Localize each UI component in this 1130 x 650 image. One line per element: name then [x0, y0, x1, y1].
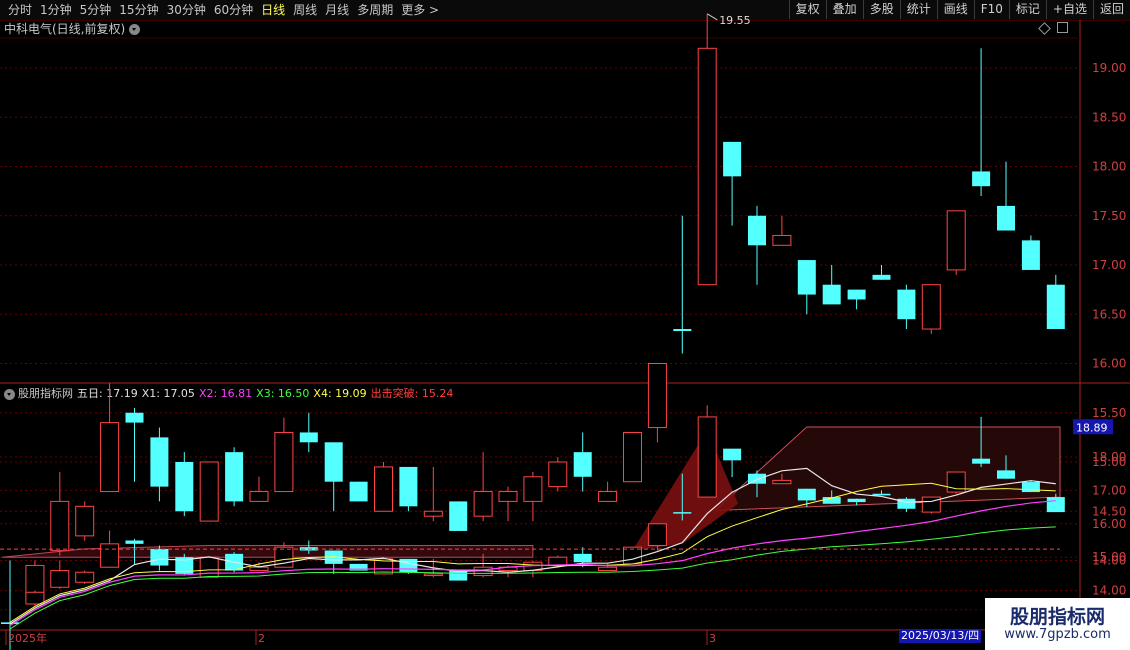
candle-body-down — [324, 442, 343, 482]
indicator-candle-body-down — [997, 470, 1015, 479]
indicator-tick: 14.00 — [1092, 584, 1126, 598]
indicator-candle-body-down — [673, 512, 692, 514]
indicator-candle-body-down — [150, 548, 169, 566]
indicator-candle-body-down — [449, 570, 468, 581]
indicator-candle-body-up — [199, 556, 219, 578]
candle-body-down — [573, 452, 592, 477]
candle-body-down — [449, 501, 468, 531]
candle-body-up — [772, 234, 792, 246]
candle-body-down — [673, 329, 692, 331]
watermark-url: www.7gpzb.com — [1004, 627, 1111, 642]
high-pointer — [706, 13, 718, 21]
candle-body-down — [349, 481, 368, 502]
price-tick: 16.50 — [1092, 307, 1126, 321]
price-tick: 15.50 — [1092, 406, 1126, 420]
cursor-date: 2025/03/13/四 — [899, 629, 982, 643]
indicator-candle-body-up — [772, 479, 792, 485]
candle-body-up — [274, 431, 294, 493]
current-value-label: 18.89 — [1076, 421, 1108, 434]
indicator-candle-body-down — [125, 540, 144, 544]
candle-body-up — [523, 476, 543, 502]
candle-body-down — [997, 205, 1015, 231]
watermark: 股朋指标网 www.7gpzb.com — [985, 598, 1130, 650]
indicator-candle-body-up — [598, 566, 618, 572]
indicator-candle-body-up — [249, 566, 269, 572]
candle-body-down — [822, 284, 841, 305]
candle-body-down — [748, 215, 766, 246]
candle-body-up — [548, 461, 568, 488]
indicator-candle-body-down — [872, 493, 891, 496]
indicator-candle-body-up — [50, 570, 70, 588]
candle-body-up — [623, 431, 642, 483]
indicator-candle-body-up — [697, 416, 717, 498]
candle-body-up — [199, 461, 219, 522]
channel-band — [1, 545, 534, 558]
kline-chart[interactable]: 19.00 18.50 18.00 17.50 17.00 16.50 16.00 15.50… — [0, 0, 1130, 650]
candle-body-up — [498, 491, 518, 502]
indicator-candle-body-up — [623, 546, 642, 565]
indicator-candle-body-down — [797, 488, 816, 501]
candle-body-up — [697, 47, 717, 286]
price-tick: 18.00 — [1092, 160, 1126, 174]
candle-body-down — [175, 462, 194, 512]
candle-body-down — [847, 289, 866, 300]
time-label: 2025年 — [8, 631, 47, 645]
indicator-candle-body-down — [573, 553, 592, 563]
candle-body-up — [647, 363, 667, 429]
indicator-candle-body-down — [723, 448, 742, 461]
indicator-candle-body-down — [1046, 497, 1065, 513]
candle-body-down — [972, 171, 991, 187]
indicator-candle-body-down — [847, 498, 866, 503]
price-tick: 19.00 — [1092, 61, 1126, 75]
candle-body-down — [1046, 284, 1065, 330]
watermark-title: 股朋指标网 — [1009, 606, 1105, 628]
indicator-candle-body-up — [75, 571, 95, 583]
candle-body-down — [225, 452, 244, 502]
high-label: 19.55 — [719, 14, 751, 27]
price-tick: 17.50 — [1092, 209, 1126, 223]
indicator-candle-body-up — [100, 543, 120, 568]
candle-body-down — [897, 289, 916, 320]
indicator-candle-body-down — [972, 458, 991, 464]
indicator-tick: 18.00 — [1092, 450, 1126, 464]
candle-body-up — [75, 505, 95, 537]
candle-body-down — [1021, 240, 1040, 270]
candle-body-up — [374, 466, 393, 512]
candle-body-down — [723, 141, 742, 177]
candle-body-down — [872, 274, 891, 280]
indicator-tick: 17.00 — [1092, 483, 1126, 497]
candle-body-up — [946, 210, 966, 271]
candle-body-up — [50, 500, 70, 552]
candle-body-up — [423, 510, 443, 517]
indicator-candle-body-up — [423, 573, 443, 577]
price-tick: 18.50 — [1092, 110, 1126, 124]
candle-body-up — [100, 422, 120, 493]
candle-body-down — [797, 260, 816, 295]
price-tick: 16.00 — [1092, 357, 1126, 371]
indicator-tick: 15.00 — [1092, 550, 1126, 564]
candle-body-up — [473, 491, 493, 517]
candle-body-down — [150, 437, 169, 487]
indicator-candle-body-down — [1021, 482, 1040, 493]
candle-body-down — [299, 432, 318, 443]
indicator-candle-body-up — [647, 523, 667, 547]
time-label: 3 — [709, 632, 716, 645]
candle-body-up — [921, 284, 941, 330]
time-label: 2 — [258, 632, 265, 645]
price-tick: 17.00 — [1092, 258, 1126, 272]
candle-body-up — [249, 491, 269, 502]
candle-body-up — [598, 491, 618, 502]
indicator-candle-body-up — [25, 591, 45, 605]
candle-body-down — [125, 412, 144, 423]
line-x3 — [9, 526, 1056, 630]
candle-body-down — [399, 466, 418, 507]
indicator-tick: 16.00 — [1092, 517, 1126, 531]
